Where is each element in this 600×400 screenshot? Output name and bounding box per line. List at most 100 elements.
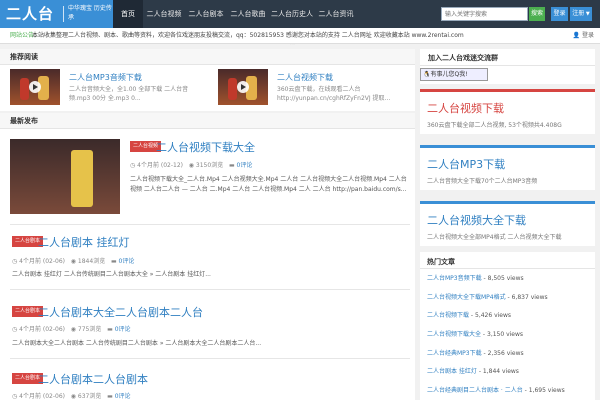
popular-item[interactable]: 二人台经典MP3下载 - 2,356 views (427, 348, 524, 357)
latest-heading: 最新发布 (0, 113, 415, 129)
side-block[interactable]: 二人台MP3下载 二人台音频大全下载70个二人台MP3音频 (420, 145, 595, 190)
article-views: 3150浏览 (195, 162, 224, 169)
user-icon: 👤 (572, 32, 581, 39)
side-block-title[interactable]: 二人台视频下载 (427, 100, 504, 116)
popular-item-title[interactable]: 二人台经典剧目二人台剧本 · 二人台 (427, 387, 523, 394)
side-block-desc: 360云盘下载全部二人台视频, 53个视频共4.408G (427, 122, 562, 129)
article-meta: ◷ 4个月前 (02-06) ◉ 637浏览 ▬ 0评论 (12, 391, 131, 400)
qq-badge[interactable]: 🐧有事儿您Q我! (420, 68, 488, 81)
clock-icon: ◷ (12, 258, 18, 265)
popular-item[interactable]: 二人台视频大全下载MP4格式 - 6,837 views (427, 292, 548, 301)
side-block[interactable]: 二人台视频大全下载 二人台视频大全全部MP4格式 二人台视频大全下载 (420, 201, 595, 246)
popular-item[interactable]: 二人台视频下载 - 5,426 views (427, 310, 511, 319)
popular-item-views: - 6,837 views (505, 294, 548, 301)
qq-badge-label: 有事儿您Q我! (430, 71, 468, 78)
article-meta: ◷ 4个月前 (02-06) ◉ 1844浏览 ▬ 0评论 (12, 256, 134, 265)
popular-item-views: - 8,505 views (481, 275, 524, 282)
eye-icon: ◉ (70, 393, 76, 400)
popular-item[interactable]: 二人台经典剧目二人台剧本 · 二人台 - 1,695 views (427, 385, 565, 394)
popular-item[interactable]: 二人台视频下载大全 - 3,150 views (427, 329, 523, 338)
article-date: 4个月前 (02-06) (19, 326, 66, 333)
logo-slogan: 中华瑰宝 历史传承 (68, 5, 112, 21)
search-input[interactable] (441, 7, 528, 21)
popular-item-title[interactable]: 二人台视频下载大全 (427, 331, 481, 338)
nav-item-news[interactable]: 二人台资讯 (315, 0, 357, 28)
search-button[interactable]: 搜索 (529, 7, 545, 21)
notice-user-link[interactable]: 👤 登录 (573, 28, 594, 44)
popular-item[interactable]: 二人台MP3音频下载 - 8,505 views (427, 273, 524, 282)
popular-heading: 热门文章 (427, 258, 455, 266)
article-meta: ◷ 4个月前 (02-12) ◉ 3150浏览 ▬ 0评论 (130, 160, 252, 169)
recommend-thumb-2[interactable] (218, 69, 268, 105)
popular-item-title[interactable]: 二人台经典MP3下载 (427, 350, 482, 357)
nav-item-home[interactable]: 首页 (113, 0, 143, 28)
popular-item-views: - 1,695 views (522, 387, 565, 394)
article-title[interactable]: 二人台剧本大全二人台剧本二人台 (38, 304, 203, 320)
recommend-heading: 推荐阅读 (0, 49, 415, 65)
clock-icon: ◷ (12, 326, 18, 333)
article-excerpt: 二人台剧本大全二人台剧本 二人台传统剧目二人台剧本 » 二人台剧本大全二人台剧本… (12, 340, 262, 347)
recommend-desc-1: 二人台音频大全，全1.00 全部下载 二人台音频.mp3 00分 全.mp3 0… (69, 86, 189, 102)
article-meta: ◷ 4个月前 (02-06) ◉ 775浏览 ▬ 0评论 (12, 324, 131, 333)
popular-item-title[interactable]: 二人台视频大全下载MP4格式 (427, 294, 506, 301)
divider (10, 358, 410, 359)
qrcode-panel: 加入二人台戏迷交流群 🐧有事儿您Q我! (420, 49, 595, 84)
article-comments[interactable]: 0评论 (119, 258, 135, 265)
popular-item-title[interactable]: 二人台剧本 挂红灯 (427, 368, 477, 375)
clock-icon: ◷ (130, 162, 136, 169)
article-comments[interactable]: 0评论 (237, 162, 253, 169)
latest-panel: 最新发布 二人台视频 二人台视频下载大全 ◷ 4个月前 (02-12) ◉ 31… (0, 113, 415, 400)
article-excerpt: 二人台视频下载大全_二人台.Mp4 二人台视频大全.Mp4 二人台 二人台视频大… (130, 176, 407, 193)
popular-panel: 热门文章 二人台MP3音频下载 - 8,505 views 二人台视频大全下载M… (420, 252, 595, 400)
article-thumb[interactable] (10, 139, 120, 214)
article-title[interactable]: 二人台剧本二人台剧本 (38, 371, 148, 387)
logo-text: 二人台 (6, 5, 55, 23)
nav-item-scripts[interactable]: 二人台剧本 (185, 0, 227, 28)
recommend-title-1[interactable]: 二人台MP3音频下载 (69, 72, 142, 83)
side-block-desc: 二人台视频大全全部MP4格式 二人台视频大全下载 (427, 234, 562, 241)
nav-item-people[interactable]: 二人台历史人物 (269, 0, 315, 46)
notice-bar: 网站公告： 本站收集整理二人台视频、剧本、歌曲等资料，欢迎各位戏迷朋友投稿交流，… (0, 28, 600, 44)
nav-item-songs[interactable]: 二人台歌曲 (227, 0, 269, 28)
article-comments[interactable]: 0评论 (115, 393, 131, 400)
divider (420, 268, 595, 269)
article-title[interactable]: 二人台视频下载大全 (156, 139, 255, 155)
article-excerpt: 二人台剧本 挂红灯 二人台传统剧目二人台剧本大全 » 二人台剧本 挂红灯... (12, 271, 211, 278)
play-icon (237, 81, 249, 93)
notice-text: 本站收集整理二人台视频、剧本、歌曲等资料，欢迎各位戏迷朋友投稿交流，qq：502… (32, 32, 464, 39)
popular-item-title[interactable]: 二人台视频下载 (427, 312, 469, 319)
chevron-down-icon: ▼ (584, 11, 590, 17)
register-button[interactable]: 注册 ▼ (570, 7, 592, 21)
popular-item[interactable]: 二人台剧本 挂红灯 - 1,844 views (427, 366, 519, 375)
eye-icon: ◉ (70, 326, 76, 333)
article-views: 637浏览 (77, 393, 102, 400)
nav-item-videos[interactable]: 二人台视频 (143, 0, 185, 28)
divider (10, 289, 410, 290)
article-views: 1844浏览 (77, 258, 106, 265)
qrcode-heading: 加入二人台戏迷交流群 (428, 54, 498, 62)
comment-icon: ▬ (228, 162, 235, 169)
article-comments[interactable]: 0评论 (115, 326, 131, 333)
comment-icon: ▬ (110, 258, 117, 265)
eye-icon: ◉ (188, 162, 194, 169)
register-label: 注册 (572, 10, 585, 17)
recommend-title-2[interactable]: 二人台视频下载 (277, 72, 333, 83)
article-date: 4个月前 (02-06) (19, 393, 66, 400)
recommend-desc-2: 360云盘下载，在线观看二人台 http://yunpan.cn/cghRfZy… (277, 86, 391, 102)
article-date: 4个月前 (02-12) (137, 162, 184, 169)
popular-item-views: - 1,844 views (476, 368, 519, 375)
side-block-title[interactable]: 二人台视频大全下载 (427, 212, 526, 228)
article-date: 4个月前 (02-06) (19, 258, 66, 265)
popular-item-title[interactable]: 二人台MP3音频下载 (427, 275, 482, 282)
side-block[interactable]: 二人台视频下载 360云盘下载全部二人台视频, 53个视频共4.408G (420, 89, 595, 134)
side-block-desc: 二人台音频大全下载70个二人台MP3音频 (427, 178, 538, 185)
recommend-thumb-1[interactable] (10, 69, 60, 105)
divider (420, 65, 595, 66)
article-title[interactable]: 二人台剧本 挂红灯 (38, 234, 130, 250)
site-logo[interactable]: 二人台 中华瑰宝 历史传承 (0, 0, 113, 28)
clock-icon: ◷ (12, 393, 18, 400)
side-block-title[interactable]: 二人台MP3下载 (427, 156, 505, 172)
comment-icon: ▬ (107, 326, 113, 333)
login-button[interactable]: 登录 (551, 7, 568, 21)
recommend-panel: 推荐阅读 二人台MP3音频下载 二人台音频大全，全1.00 全部下载 二人台音频… (0, 49, 415, 111)
